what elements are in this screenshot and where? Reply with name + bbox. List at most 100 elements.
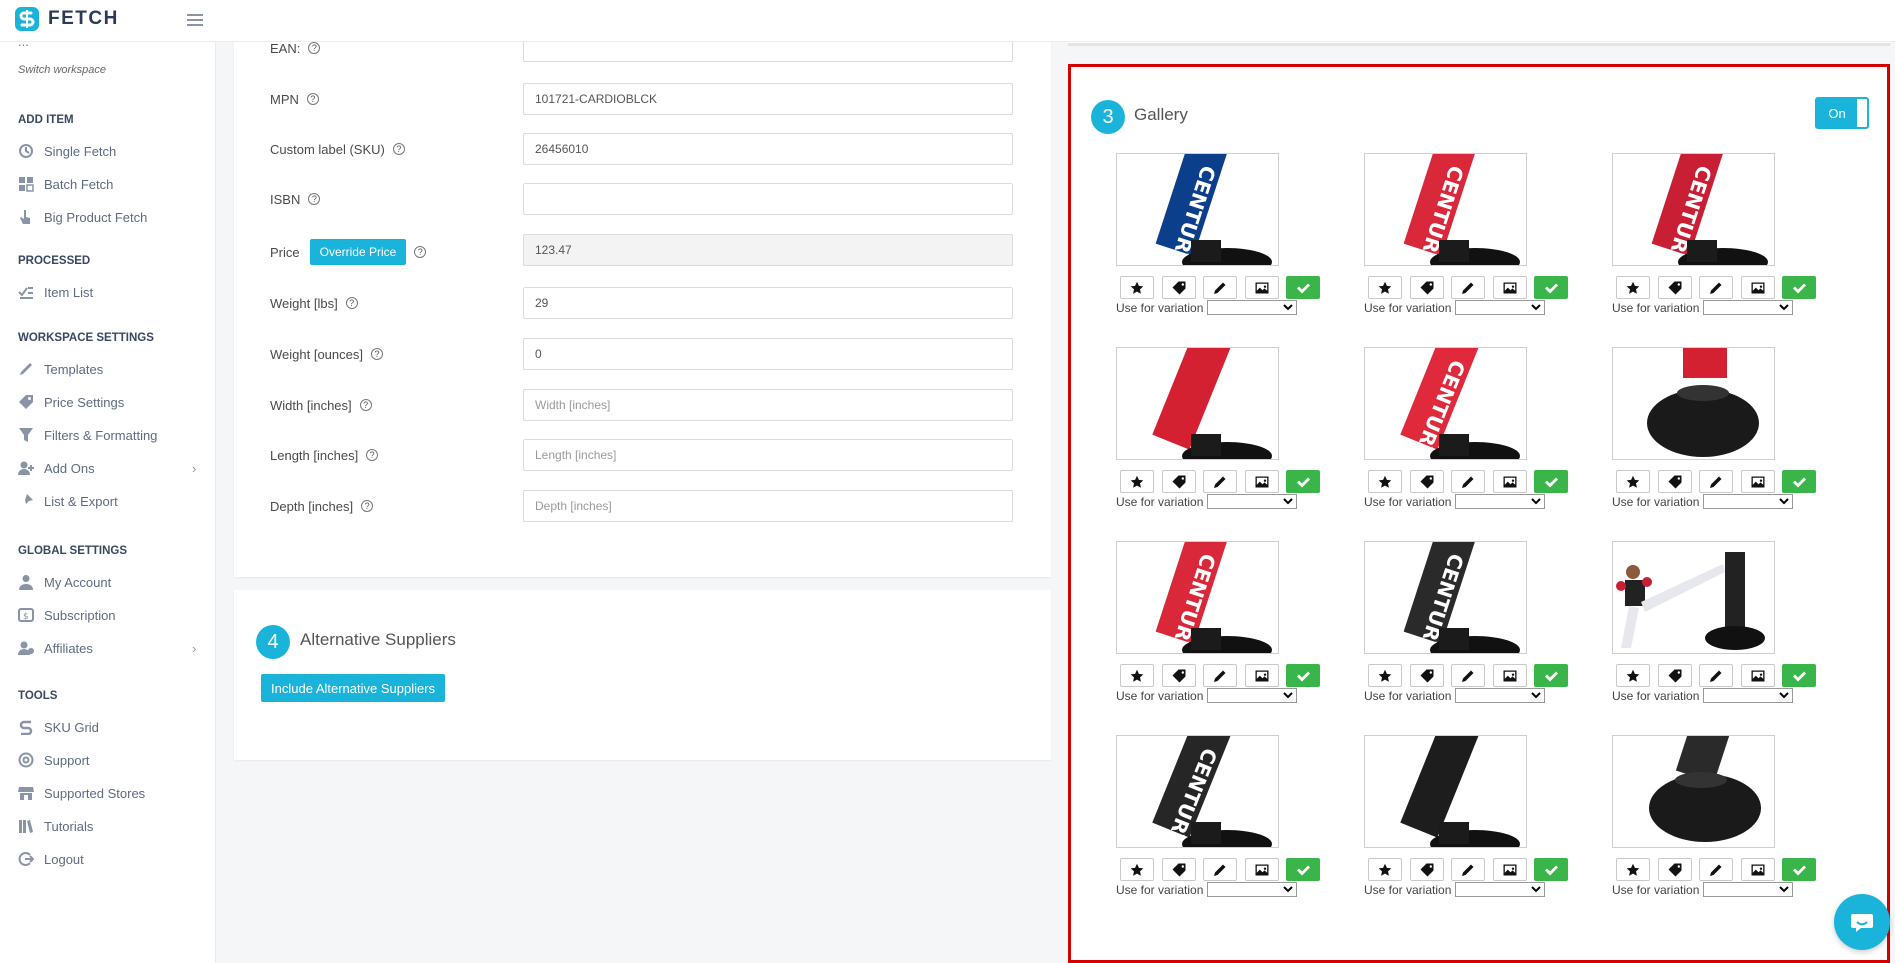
image-image-button[interactable] (1244, 664, 1279, 687)
image-image-button[interactable] (1492, 276, 1527, 299)
tag-image-button[interactable] (1409, 664, 1444, 687)
product-image-thumbnail[interactable]: CENTURY (1116, 541, 1279, 654)
star-image-button[interactable] (1616, 664, 1650, 687)
product-image-thumbnail[interactable]: CENTURY (1116, 153, 1279, 266)
check-image-button[interactable] (1534, 276, 1568, 299)
product-image-thumbnail[interactable]: CENTURY (1116, 735, 1279, 848)
product-image-thumbnail[interactable]: CENTURY (1364, 347, 1527, 460)
tag-image-button[interactable] (1657, 470, 1692, 493)
tag-image-button[interactable] (1657, 858, 1692, 881)
variation-select[interactable] (1703, 688, 1794, 703)
variation-select[interactable] (1455, 300, 1546, 315)
variation-select[interactable] (1207, 882, 1298, 897)
image-image-button[interactable] (1244, 858, 1279, 881)
variation-select[interactable] (1455, 882, 1546, 897)
fetch-logo[interactable]: FETCH (14, 6, 119, 32)
product-image-thumbnail[interactable] (1612, 541, 1775, 654)
sidebar-item-filters-formatting[interactable]: Filters & Formatting (18, 424, 157, 446)
help-icon[interactable]: ? (361, 500, 374, 512)
variation-select[interactable] (1703, 300, 1794, 315)
pencil-image-button[interactable] (1451, 276, 1485, 299)
tag-image-button[interactable] (1657, 664, 1692, 687)
length-input[interactable] (523, 439, 1013, 471)
pencil-image-button[interactable] (1203, 276, 1237, 299)
star-image-button[interactable] (1120, 664, 1154, 687)
variation-select[interactable] (1207, 688, 1298, 703)
image-image-button[interactable] (1740, 664, 1775, 687)
sidebar-item-logout[interactable]: Logout (18, 848, 84, 870)
weight-lbs-input[interactable] (523, 287, 1013, 319)
image-image-button[interactable] (1244, 276, 1279, 299)
check-image-button[interactable] (1286, 858, 1320, 881)
image-image-button[interactable] (1740, 276, 1775, 299)
sidebar-item-big-product-fetch[interactable]: Big Product Fetch (18, 206, 147, 228)
workspace-name[interactable]: ... (18, 42, 29, 49)
override-price-button[interactable]: Override Price (309, 239, 407, 265)
tag-image-button[interactable] (1409, 470, 1444, 493)
tag-image-button[interactable] (1161, 470, 1196, 493)
help-icon[interactable]: ? (359, 399, 372, 411)
pencil-image-button[interactable] (1451, 470, 1485, 493)
pencil-image-button[interactable] (1699, 858, 1733, 881)
gallery-toggle[interactable]: On (1815, 97, 1869, 129)
menu-toggle-icon[interactable] (187, 11, 203, 27)
variation-select[interactable] (1455, 494, 1546, 509)
star-image-button[interactable] (1120, 858, 1154, 881)
weight-ounces-input[interactable] (523, 338, 1013, 370)
sidebar-item-price-settings[interactable]: Price Settings (18, 391, 124, 413)
help-icon[interactable]: ? (370, 348, 383, 360)
help-icon[interactable]: ? (345, 297, 358, 309)
price-input[interactable] (523, 234, 1013, 266)
help-icon[interactable]: ? (306, 93, 319, 105)
star-image-button[interactable] (1368, 276, 1402, 299)
depth-input[interactable] (523, 490, 1013, 522)
variation-select[interactable] (1455, 688, 1546, 703)
pencil-image-button[interactable] (1699, 664, 1733, 687)
sidebar-item-single-fetch[interactable]: Single Fetch (18, 140, 116, 162)
image-image-button[interactable] (1740, 470, 1775, 493)
variation-select[interactable] (1703, 494, 1794, 509)
sidebar-item-tutorials[interactable]: Tutorials (18, 815, 93, 837)
product-image-thumbnail[interactable] (1612, 735, 1775, 848)
tag-image-button[interactable] (1657, 276, 1692, 299)
check-image-button[interactable] (1286, 470, 1320, 493)
sidebar-item-supported-stores[interactable]: Supported Stores (18, 782, 145, 804)
sidebar-item-support[interactable]: Support (18, 749, 90, 771)
pencil-image-button[interactable] (1451, 664, 1485, 687)
chevron-right-icon[interactable]: › (192, 461, 196, 476)
chat-button[interactable] (1834, 894, 1890, 950)
star-image-button[interactable] (1368, 664, 1402, 687)
sidebar-item-list-export[interactable]: List & Export (18, 490, 118, 512)
help-icon[interactable]: ? (392, 143, 405, 155)
variation-select[interactable] (1207, 494, 1298, 509)
sidebar-item-templates[interactable]: Templates (18, 358, 103, 380)
pencil-image-button[interactable] (1451, 858, 1485, 881)
check-image-button[interactable] (1534, 858, 1568, 881)
check-image-button[interactable] (1782, 664, 1816, 687)
sidebar-item-sku-grid[interactable]: SKU Grid (18, 716, 99, 738)
image-image-button[interactable] (1740, 858, 1775, 881)
help-icon[interactable]: ? (414, 246, 427, 258)
star-image-button[interactable] (1120, 470, 1154, 493)
pencil-image-button[interactable] (1699, 470, 1733, 493)
sku-input[interactable] (523, 133, 1013, 165)
star-image-button[interactable] (1368, 470, 1402, 493)
product-image-thumbnail[interactable]: CENTURY (1364, 153, 1527, 266)
image-image-button[interactable] (1492, 664, 1527, 687)
product-image-thumbnail[interactable] (1116, 347, 1279, 460)
sidebar-item-item-list[interactable]: Item List (18, 281, 93, 303)
image-image-button[interactable] (1492, 470, 1527, 493)
star-image-button[interactable] (1616, 276, 1650, 299)
help-icon[interactable]: ? (308, 193, 321, 205)
pencil-image-button[interactable] (1699, 276, 1733, 299)
image-image-button[interactable] (1244, 470, 1279, 493)
star-image-button[interactable] (1616, 470, 1650, 493)
star-image-button[interactable] (1120, 276, 1154, 299)
check-image-button[interactable] (1286, 276, 1320, 299)
check-image-button[interactable] (1782, 276, 1816, 299)
tag-image-button[interactable] (1161, 276, 1196, 299)
sidebar-item-subscription[interactable]: $ Subscription (18, 604, 116, 626)
sidebar-item-affiliates[interactable]: Affiliates › (18, 637, 196, 659)
check-image-button[interactable] (1782, 858, 1816, 881)
isbn-input[interactable] (523, 183, 1013, 215)
